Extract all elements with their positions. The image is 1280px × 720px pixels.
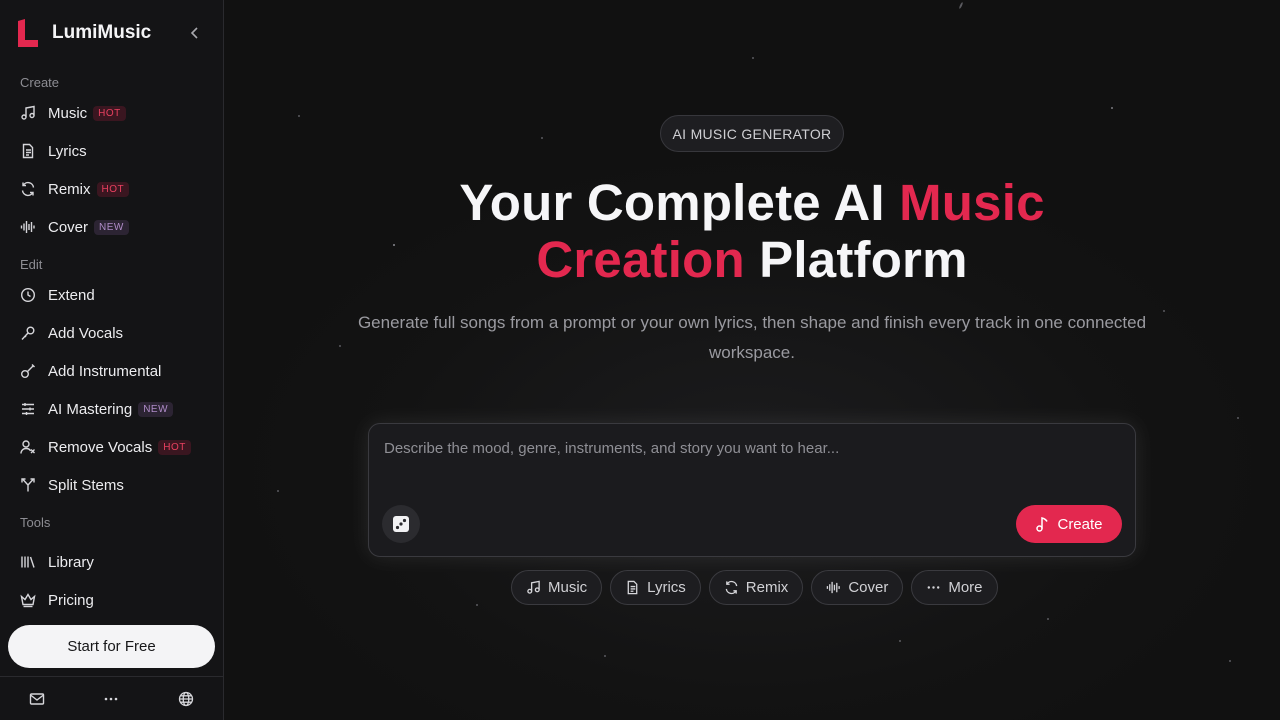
sidebar-footer [0,676,223,720]
hero-pill-label: AI MUSIC GENERATOR [660,115,844,152]
guitar-icon [20,363,36,379]
quick-mode-chips: Music Lyrics Remix Cover More [511,570,998,605]
microphone-icon [20,325,36,341]
star-decoration [541,137,543,139]
chip-music[interactable]: Music [511,570,603,605]
clock-icon [20,287,36,303]
logo-row: LumiMusic [16,18,208,48]
waveform-icon [826,580,841,595]
chevron-left-icon [190,27,198,39]
globe-icon[interactable] [171,684,201,714]
star-decoration [476,604,478,606]
sidebar-item-label: Pricing [48,591,94,609]
star-decoration [958,1,964,10]
star-decoration [298,115,300,117]
refresh-icon [20,181,36,197]
sliders-icon [20,401,36,417]
section-label-create: Create [20,75,60,90]
sidebar-item-pricing[interactable]: Pricing [12,583,212,617]
prompt-input[interactable] [384,440,1120,500]
sidebar-item-ai-mastering[interactable]: AI Mastering NEW [12,392,212,426]
music-note-icon [526,580,541,595]
more-icon[interactable] [96,684,126,714]
dice-icon [393,516,409,532]
hot-badge: HOT [93,105,126,121]
document-icon [625,580,640,595]
star-decoration [1163,310,1165,312]
headline-text: Platform [744,231,968,288]
prompt-composer: Create [368,423,1136,557]
sidebar-item-label: Cover [48,218,89,236]
chip-label: Cover [848,579,889,596]
sidebar-item-label: Library [48,553,94,571]
star-decoration [277,490,279,492]
app-name: LumiMusic [52,22,152,43]
headline-text: Your Complete AI [459,174,900,231]
hero-headline: Your Complete AI Music Creation Platform [352,174,1152,288]
split-icon [20,477,36,493]
sidebar-item-label: Add Instrumental [48,362,162,380]
chip-remix[interactable]: Remix [708,570,804,605]
sidebar-item-remix[interactable]: Remix HOT [12,172,212,206]
chip-lyrics[interactable]: Lyrics [610,570,701,605]
document-icon [20,143,36,159]
sidebar-item-music[interactable]: Music HOT [12,96,212,130]
waveform-icon [20,219,36,235]
hot-badge: HOT [158,439,191,455]
star-decoration [1111,107,1113,109]
sidebar-item-label: Music [48,104,88,122]
hero-subtitle: Generate full songs from a prompt or you… [357,313,1147,362]
sidebar-item-label: Split Stems [48,476,124,494]
sidebar-item-add-instrumental[interactable]: Add Instrumental [12,354,212,388]
star-decoration [752,57,754,59]
sidebar-item-label: Remove Vocals [48,438,153,456]
collapse-sidebar-button[interactable] [186,24,204,42]
sidebar-item-label: Remix [48,180,91,198]
sidebar: LumiMusic Create Music HOT Lyrics Remix … [0,0,224,720]
library-icon [20,554,36,570]
star-decoration [1047,618,1049,620]
start-for-free-button[interactable]: Start for Free [8,625,215,668]
refresh-icon [724,580,739,595]
more-icon [926,580,941,595]
sidebar-item-cover[interactable]: Cover NEW [12,210,212,244]
music-note-icon [20,105,36,121]
chip-label: Music [548,579,588,596]
star-decoration [1237,417,1239,419]
section-label-tools: Tools [20,515,51,530]
lumimusic-logo-icon [16,19,40,47]
music-note-icon [1035,516,1049,532]
hot-badge: HOT [96,181,130,197]
star-decoration [339,345,341,347]
chip-more[interactable]: More [911,570,998,605]
crown-icon [20,592,36,608]
sidebar-item-split-stems[interactable]: Split Stems [12,468,212,502]
star-decoration [1229,660,1231,662]
random-prompt-button[interactable] [382,505,420,543]
new-badge: NEW [138,401,174,417]
create-button[interactable]: Create [1016,505,1122,543]
mail-icon[interactable] [22,684,52,714]
sidebar-item-add-vocals[interactable]: Add Vocals [12,316,212,350]
sidebar-item-remove-vocals[interactable]: Remove Vocals HOT [12,430,212,464]
new-badge: NEW [94,219,129,235]
chip-cover[interactable]: Cover [811,570,904,605]
section-label-edit: Edit [20,257,43,272]
star-decoration [604,655,606,657]
create-button-label: Create [1057,515,1103,533]
sidebar-item-library[interactable]: Library [12,545,212,579]
sidebar-item-label: Add Vocals [48,324,124,342]
sidebar-item-lyrics[interactable]: Lyrics [12,134,212,168]
chip-label: Lyrics [647,579,686,596]
user-remove-icon [20,439,36,455]
chip-label: More [948,579,983,596]
main-content: AI MUSIC GENERATOR Your Complete AI Musi… [224,0,1280,720]
chip-label: Remix [745,579,789,596]
sidebar-item-label: AI Mastering [48,400,133,418]
star-decoration [899,640,901,642]
sidebar-item-extend[interactable]: Extend [12,278,212,312]
sidebar-item-label: Extend [48,286,95,304]
sidebar-item-label: Lyrics [48,142,87,160]
